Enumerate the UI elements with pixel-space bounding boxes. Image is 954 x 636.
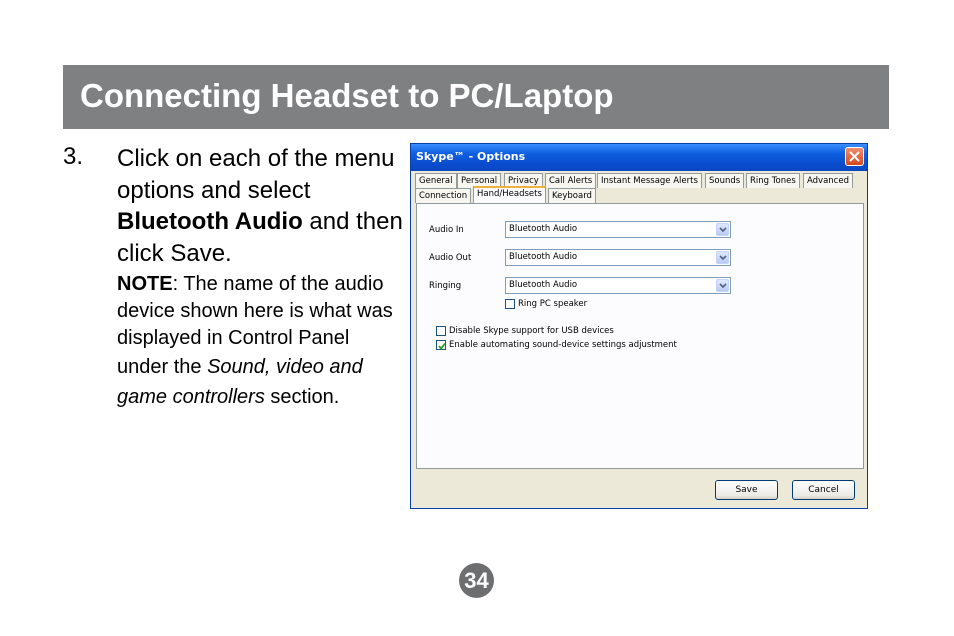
save-button[interactable]: Save (715, 480, 778, 500)
window-title: Skype™ - Options (416, 150, 526, 163)
note: NOTE: The name of the audio device shown… (117, 271, 402, 412)
tab-instant-message-alerts[interactable]: Instant Message Alerts (597, 173, 702, 188)
disable-usb-checkbox[interactable] (436, 326, 446, 336)
tab-advanced[interactable]: Advanced (803, 173, 853, 188)
step-number: 3. (63, 143, 84, 170)
enable-auto-checkbox[interactable] (436, 340, 446, 350)
disable-usb-label: Disable Skype support for USB devices (449, 326, 614, 336)
step-text-part1: Click on each of the menu options and se… (117, 145, 395, 204)
ringing-label: Ringing (429, 281, 462, 291)
tab-keyboard[interactable]: Keyboard (548, 188, 596, 203)
audio-in-value: Bluetooth Audio (509, 224, 578, 234)
page-title: Connecting Headset to PC/Laptop (80, 77, 614, 114)
page-number: 34 (464, 568, 489, 593)
audio-out-value: Bluetooth Audio (509, 252, 578, 262)
tab-panel: Audio In Bluetooth Audio Audio Out Bluet… (416, 203, 864, 469)
ringing-value: Bluetooth Audio (509, 280, 578, 290)
window-titlebar[interactable]: Skype™ - Options (411, 144, 867, 171)
tab-sounds[interactable]: Sounds (705, 173, 745, 188)
step-text: Click on each of the menu options and se… (117, 143, 417, 269)
tab-ring-tones[interactable]: Ring Tones (746, 173, 800, 188)
page-number-badge: 34 (459, 563, 494, 598)
note-text2: section. (264, 386, 340, 408)
tab-connection[interactable]: Connection (415, 188, 472, 203)
note-label: NOTE (117, 273, 173, 295)
ring-pc-speaker-label: Ring PC speaker (518, 299, 588, 309)
options-window: Skype™ - Options General Personal Privac… (410, 143, 868, 509)
step-text-bold: Bluetooth Audio (117, 208, 303, 235)
cancel-button[interactable]: Cancel (792, 480, 855, 500)
chevron-down-icon[interactable] (716, 279, 729, 292)
audio-out-label: Audio Out (429, 253, 472, 263)
ringing-select[interactable]: Bluetooth Audio (505, 277, 731, 294)
audio-in-label: Audio In (429, 225, 464, 235)
ring-pc-speaker-checkbox[interactable] (505, 299, 515, 309)
close-button[interactable] (845, 147, 864, 166)
close-icon (849, 151, 860, 162)
tab-call-alerts[interactable]: Call Alerts (545, 173, 597, 188)
tab-hand-headsets[interactable]: Hand/Headsets (473, 186, 546, 203)
header-bar: Connecting Headset to PC/Laptop (63, 65, 889, 129)
checkmark-icon (438, 342, 446, 350)
enable-auto-label: Enable automating sound-device settings … (449, 340, 677, 350)
audio-out-select[interactable]: Bluetooth Audio (505, 249, 731, 266)
tab-general[interactable]: General (415, 173, 457, 188)
audio-in-select[interactable]: Bluetooth Audio (505, 221, 731, 238)
chevron-down-icon[interactable] (716, 223, 729, 236)
chevron-down-icon[interactable] (716, 251, 729, 264)
